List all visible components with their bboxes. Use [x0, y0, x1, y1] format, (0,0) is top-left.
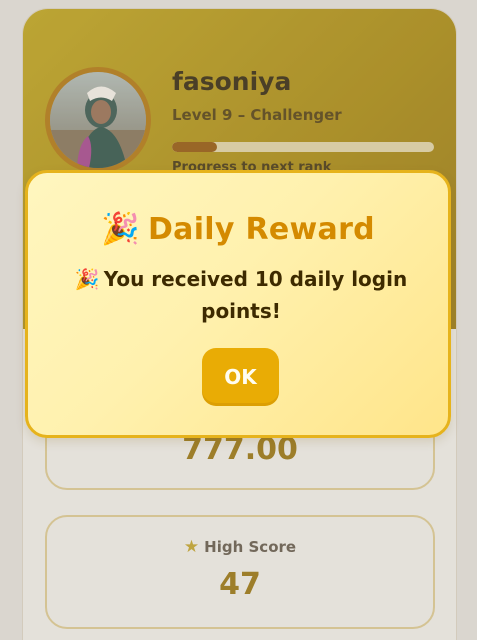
reward-message-text: You received 10 daily login points! — [103, 267, 408, 323]
party-popper-icon: 🎉 — [74, 267, 100, 291]
modal-title-text: Daily Reward — [147, 212, 375, 247]
modal-title: 🎉 Daily Reward — [28, 210, 448, 247]
ok-button[interactable]: OK — [202, 348, 279, 406]
profile-page: fasoniya Level 9 – Challenger Progress t… — [0, 0, 477, 640]
daily-reward-modal: 🎉 Daily Reward 🎉 You received 10 daily log… — [25, 170, 451, 438]
reward-message: 🎉 You received 10 daily login points! — [63, 263, 419, 327]
party-popper-icon: 🎉 — [101, 211, 140, 247]
